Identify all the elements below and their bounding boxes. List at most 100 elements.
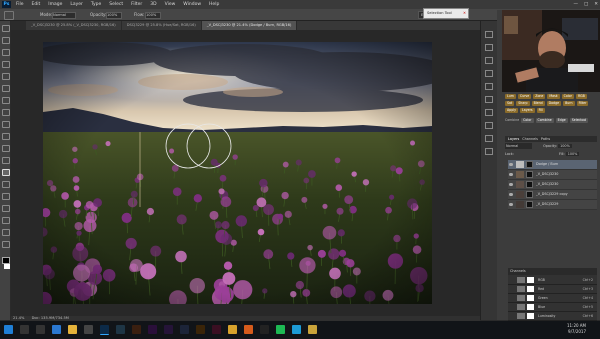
visibility-eye-icon[interactable] — [509, 163, 513, 166]
combine-button-selectool[interactable]: Selectool — [569, 118, 589, 123]
layer-row[interactable]: Dodge / Burn — [508, 160, 597, 170]
hand-tool-icon[interactable] — [2, 229, 10, 236]
layer-row[interactable]: _V_DSCJ3230 — [508, 170, 597, 180]
visibility-eye-icon[interactable] — [509, 183, 513, 186]
visibility-eye-icon[interactable] — [509, 193, 513, 196]
mode-button-apply[interactable]: Apply — [505, 108, 518, 113]
brush-tool-icon[interactable] — [2, 109, 10, 116]
layer-row[interactable]: _V_DSCJ3230 — [508, 180, 597, 190]
eraser-tool-icon[interactable] — [2, 145, 10, 152]
layer-opacity-field[interactable]: 100% — [558, 144, 572, 148]
libraries-panel-icon[interactable] — [485, 70, 493, 77]
paragraph-panel-icon[interactable] — [485, 96, 493, 103]
folder-icon[interactable] — [308, 325, 317, 334]
menu-item-layer[interactable]: Layer — [70, 0, 83, 9]
dodge-tool-icon[interactable] — [2, 169, 10, 176]
gradient-tool-icon[interactable] — [2, 157, 10, 164]
history-brush-tool-icon[interactable] — [2, 133, 10, 140]
lasso-tool-icon[interactable] — [2, 49, 10, 56]
mode-button-zone[interactable]: Zone — [533, 94, 546, 99]
flow-field[interactable]: 100% — [145, 12, 161, 19]
eyedropper-tool-icon[interactable] — [2, 85, 10, 92]
swatches-panel-icon[interactable] — [485, 122, 493, 129]
layers-tab-channels[interactable]: Channels — [522, 137, 538, 141]
mode-button-dodge[interactable]: Dodge — [546, 101, 562, 106]
pen-tool-icon[interactable] — [2, 181, 10, 188]
character-panel-icon[interactable] — [485, 83, 493, 90]
menu-item-view[interactable]: View — [165, 0, 176, 9]
path-select-tool-icon[interactable] — [2, 205, 10, 212]
layer-row[interactable]: _V_DSCJ3229 copy — [508, 190, 597, 200]
channel-row[interactable]: Red Ctrl+3 — [508, 285, 597, 294]
type-tool-icon[interactable] — [2, 193, 10, 200]
maximize-icon[interactable]: □ — [584, 0, 588, 9]
healing-tool-icon[interactable] — [2, 97, 10, 104]
close-icon[interactable]: ✕ — [594, 0, 598, 9]
adjustments-panel-icon[interactable] — [485, 57, 493, 64]
layer-row[interactable]: _V_DSCJ3229 — [508, 200, 597, 210]
document-image[interactable] — [43, 42, 432, 304]
channel-row[interactable]: Luminosity Ctrl+6 — [508, 312, 597, 321]
layers-tab-layers[interactable]: Layers — [508, 137, 519, 141]
clock[interactable]: 11:20 AM 9/7/2017 — [567, 323, 586, 335]
rectangle-tool-icon[interactable] — [2, 217, 10, 224]
mode-select[interactable]: Normal — [52, 12, 76, 19]
spotify-icon[interactable] — [276, 325, 285, 334]
store-icon[interactable] — [84, 325, 93, 334]
clone-stamp-tool-icon[interactable] — [2, 121, 10, 128]
quick-select-tool-icon[interactable] — [2, 61, 10, 68]
menu-item-file[interactable]: File — [16, 0, 24, 9]
mode-button-sat[interactable]: Sat — [505, 101, 515, 106]
mode-button-color[interactable]: Color — [561, 94, 574, 99]
properties-panel-icon[interactable] — [485, 44, 493, 51]
styles-panel-icon[interactable] — [485, 135, 493, 142]
mode-button-lum[interactable]: Lum — [505, 94, 516, 99]
obs-icon[interactable] — [260, 325, 269, 334]
premiere-icon[interactable] — [148, 325, 157, 334]
mode-button-burn[interactable]: Burn — [563, 101, 575, 106]
brushes-panel-icon[interactable] — [485, 109, 493, 116]
marquee-tool-icon[interactable] — [2, 37, 10, 44]
mode-button-curve[interactable]: Curve — [517, 94, 532, 99]
background-color-swatch[interactable] — [4, 264, 10, 269]
layers-tab-paths[interactable]: Paths — [541, 137, 550, 141]
selection-tool-dialog[interactable]: Selection Tool ✕ — [423, 8, 469, 19]
mode-button-sharp[interactable]: Sharp — [516, 101, 530, 106]
document-tab[interactable]: _V_DSCJ3230 @ 21.4% (Dodge / Burn, RGB/1… — [201, 21, 298, 30]
channel-row[interactable]: Blue Ctrl+5 — [508, 303, 597, 312]
after-effects-icon[interactable] — [164, 325, 173, 334]
mode-button-blend[interactable]: Blend — [531, 101, 545, 106]
mode-button-layers[interactable]: Layers — [520, 108, 535, 113]
menu-item-type[interactable]: Type — [91, 0, 101, 9]
mode-button-fill[interactable]: Fill — [536, 108, 545, 113]
illustrator-icon[interactable] — [196, 325, 205, 334]
visibility-eye-icon[interactable] — [509, 203, 513, 206]
bridge-icon[interactable] — [132, 325, 141, 334]
menu-item-help[interactable]: Help — [209, 0, 219, 9]
mode-button-mask[interactable]: Mask — [547, 94, 560, 99]
document-tab[interactable]: DSCJ3229 @ 25.8% (Hue/Sat, RGB/16) — [122, 21, 202, 30]
chrome-icon[interactable] — [228, 325, 237, 334]
firefox-icon[interactable] — [244, 325, 253, 334]
menu-item-filter[interactable]: Filter — [131, 0, 142, 9]
channel-row[interactable]: Green Ctrl+4 — [508, 294, 597, 303]
blend-mode-select[interactable]: Normal — [505, 143, 532, 149]
edge-icon[interactable] — [52, 325, 61, 334]
history-panel-icon[interactable] — [485, 31, 493, 38]
layer-fill-field[interactable]: 100% — [565, 152, 580, 156]
indesign-icon[interactable] — [212, 325, 221, 334]
combine-button-edge[interactable]: Edge — [555, 118, 568, 123]
menu-item-select[interactable]: Select — [109, 0, 123, 9]
zoom-tool-icon[interactable] — [2, 241, 10, 248]
mode-button-filter[interactable]: Filter — [576, 101, 589, 106]
skype-icon[interactable] — [292, 325, 301, 334]
search-icon[interactable] — [20, 325, 29, 334]
media-encoder-icon[interactable] — [180, 325, 189, 334]
actions-panel-icon[interactable] — [485, 148, 493, 155]
explorer-icon[interactable] — [68, 325, 77, 334]
combine-button-combine[interactable]: Combine — [535, 118, 554, 123]
lightroom-icon[interactable] — [116, 325, 125, 334]
move-tool-icon[interactable] — [2, 25, 10, 32]
start-icon[interactable] — [4, 325, 13, 334]
close-icon[interactable]: ✕ — [463, 9, 466, 18]
